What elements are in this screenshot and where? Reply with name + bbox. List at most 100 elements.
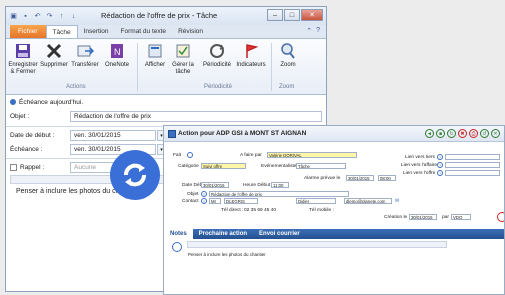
minimize-button[interactable]: – [267,9,283,21]
notes-body-text[interactable]: Penser à inclure les photos du chantier [188,252,266,257]
email-icon[interactable]: ✉ [395,198,399,204]
down-icon[interactable]: ↓ [69,12,78,21]
date-debut-label: Date de début : [10,132,55,139]
evenement-select[interactable]: Tâche [296,163,346,169]
ribbon-separator [271,43,272,91]
contact-prenom[interactable]: Didier [296,198,336,204]
tab-insertion[interactable]: Insertion [78,25,115,38]
tel-direct-label: Tél direct : [221,208,244,213]
delete-button[interactable]: Supprimer [39,42,69,69]
no-entry-icon[interactable] [497,212,504,222]
fait-label: Fait [173,153,181,158]
tab-envoi-courrier[interactable]: Envoi courrier [253,229,306,239]
notes-editor-toolbar[interactable] [187,241,447,248]
up-icon[interactable]: ↑ [57,12,66,21]
recurrence-icon [210,44,225,58]
date-debut-input[interactable]: 30/01/2015 [201,182,229,188]
title-bar: ▣ ▪ ↶ ↷ ↑ ↓ Rédaction de l'offre de prix… [6,7,326,25]
onenote-button[interactable]: N OneNote [102,42,132,69]
onenote-icon: N [111,44,123,58]
contact-nom[interactable]: DLEGRIS [224,198,258,204]
action-refresh-icon[interactable]: ↻ [447,129,456,138]
calendar-icon [168,130,176,138]
tab-tache[interactable]: Tâche [45,25,78,38]
manage-task-button[interactable]: Gérer la tâche [170,42,196,76]
echeance-label: Échéance : [10,146,43,153]
alarme-time-input[interactable]: 08:00 [378,175,396,181]
action-print-icon[interactable]: ⎙ [469,129,478,138]
group-actions-label: Actions [66,84,86,90]
ribbon-separator [137,43,138,91]
note-lock-icon[interactable] [172,242,182,252]
fait-checkbox[interactable] [187,152,193,158]
action-history-icon[interactable]: ↺ [480,129,489,138]
categorie-select[interactable]: Suivi offre [201,163,246,169]
save-icon[interactable]: ▪ [21,12,30,21]
afaire-label: A faire par [240,153,262,158]
alarme-label: Alarme prévue le [304,176,341,181]
tab-revision[interactable]: Révision [172,25,209,38]
maximize-button[interactable]: □ [284,9,300,21]
date-debut-row: Date de début : ven. 30/01/2015 ▾ [10,129,166,142]
lien-offre-help-icon[interactable]: ? [437,170,443,176]
collapse-ribbon-icon[interactable]: ⌃ [306,27,312,35]
afaire-select[interactable]: Valérie DORIVAL [267,152,357,158]
action-save-icon[interactable]: ■ [436,129,445,138]
tab-fichier[interactable]: Fichier [10,25,46,38]
window-title: Rédaction de l'offre de prix - Tâche [101,11,218,20]
delete-label: Supprimer [40,62,68,68]
action-delete-icon[interactable]: ✖ [458,129,467,138]
contact-email[interactable]: dlemo@planete.com [344,198,392,204]
close-button[interactable]: ✕ [301,9,323,21]
zoom-icon [281,43,295,59]
recurrence-label: Périodicité [202,62,231,68]
tab-notes[interactable]: Notes [164,229,193,239]
tab-format-texte[interactable]: Format du texte [115,25,173,38]
forward-icon [77,45,94,57]
action-title: Action pour ADP GSI à MONT ST AIGNAN [178,130,307,137]
objet-input[interactable]: Rédaction de l'offre de prix [209,191,349,197]
recurrence-button[interactable]: Périodicité [202,42,232,69]
group-zoom-label: Zoom [279,84,295,90]
save-icon [16,44,30,58]
par-label: par [442,215,449,220]
flags-button[interactable]: Indicateurs [234,42,268,69]
zoom-button[interactable]: Zoom [275,42,301,69]
onenote-label: OneNote [104,62,129,68]
contact-help-icon[interactable]: ? [201,198,207,204]
lien-offre-input[interactable] [445,170,500,176]
action-close-icon[interactable]: ✕ [491,129,500,138]
lien-tiers-help-icon[interactable]: ? [437,154,443,160]
heure-debut-label: Heure Début [243,183,271,188]
save-close-button[interactable]: Enregistrer & Fermer [8,42,38,76]
rappel-label: Rappel : [20,164,45,171]
lien-tiers-input[interactable] [445,154,500,160]
undo-icon[interactable]: ↶ [33,12,42,21]
ribbon: Enregistrer & Fermer Supprimer Transfére… [6,39,326,95]
heure-debut-input[interactable]: 11:00 [271,182,289,188]
tab-prochaine-action[interactable]: Prochaine action [193,229,253,239]
redo-icon[interactable]: ↷ [45,12,54,21]
rappel-row: Rappel : Aucune [10,161,124,174]
objet-help-icon[interactable]: ? [201,191,207,197]
show-button[interactable]: Afficher [142,42,168,69]
evenement-label: Evénementaliste [261,164,297,169]
info-text: Échéance aujourd'hui. [19,98,84,106]
flags-label: Indicateurs [236,62,266,68]
forward-button[interactable]: Transférer [70,42,100,69]
show-label: Afficher [144,62,166,68]
manage-task-label: Gérer la tâche [172,62,194,75]
alarme-date-input[interactable]: 30/01/2015 [346,175,374,181]
flag-icon [246,44,259,58]
rappel-checkbox[interactable] [10,164,17,171]
lien-affaire-input[interactable] [445,162,500,168]
lien-affaire-help-icon[interactable]: ? [437,162,443,168]
action-nav-icon[interactable]: ◄ [425,129,434,138]
delete-icon [46,43,62,59]
help-icon[interactable]: ? [316,27,320,35]
objet-label: Objet : [10,113,30,120]
date-debut-input[interactable]: ven. 30/01/2015 [70,130,156,141]
app-icon: ▣ [10,13,17,20]
objet-input[interactable]: Rédaction de l'offre de prix [70,111,322,122]
contact-civilite[interactable]: Mr [209,198,221,204]
